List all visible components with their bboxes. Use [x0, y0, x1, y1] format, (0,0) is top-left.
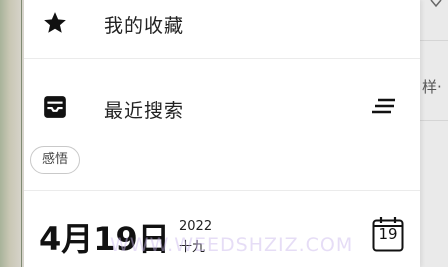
sort-lines-icon[interactable] — [370, 97, 398, 117]
background-text: 样· — [422, 78, 442, 96]
favorites-item[interactable]: 我的收藏 — [24, 0, 420, 58]
inbox-tray-icon — [44, 96, 66, 118]
calendar-button[interactable]: 19 — [372, 216, 404, 252]
star-icon — [44, 12, 66, 33]
background-divider — [420, 120, 448, 121]
year-label: 2022 — [179, 219, 213, 234]
recent-search-item[interactable]: 最近搜索 — [24, 59, 354, 139]
divider — [24, 190, 420, 191]
recent-search-label: 最近搜索 — [104, 100, 185, 122]
recent-search-section: 最近搜索 感悟 — [24, 59, 420, 174]
lunar-day-label: 十九 — [179, 240, 206, 255]
background-page: 样· — [420, 0, 448, 267]
calendar-day: 19 — [378, 225, 398, 243]
current-date: 4月19日 — [39, 220, 170, 258]
favorites-label: 我的收藏 — [104, 15, 185, 37]
location-icon — [430, 0, 442, 8]
background-divider — [420, 40, 448, 41]
recent-search-chip[interactable]: 感悟 — [30, 146, 81, 174]
side-strip — [0, 0, 24, 267]
date-section: 4月19日 2022 十九 19 — [24, 192, 420, 267]
navigation-drawer: 我的收藏 最近搜索 感悟 4月19日 2022 十九 19 — [24, 0, 420, 267]
